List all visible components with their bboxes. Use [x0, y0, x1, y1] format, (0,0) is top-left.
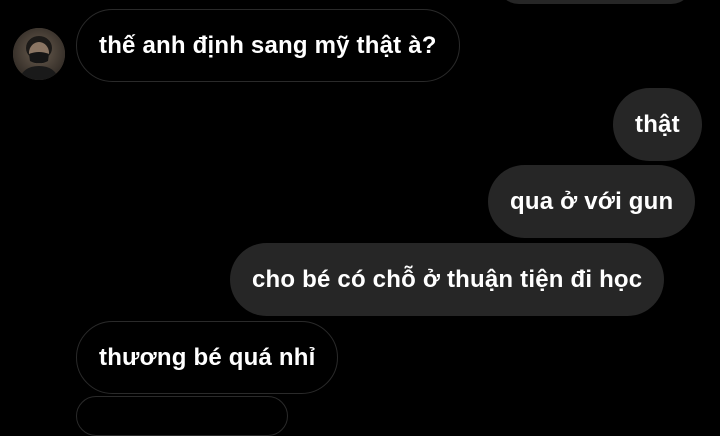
- message-text: thật: [635, 110, 680, 138]
- avatar-photo-icon: [13, 28, 65, 80]
- previous-message-bubble[interactable]: [497, 0, 693, 4]
- message-bubble-incoming[interactable]: thương bé quá nhỉ: [76, 321, 339, 394]
- message-text: thế anh định sang mỹ thật à?: [99, 31, 437, 59]
- message-bubble-outgoing[interactable]: thật: [613, 88, 702, 161]
- next-message-bubble[interactable]: [76, 396, 288, 436]
- contact-avatar[interactable]: [13, 28, 65, 80]
- message-text: thương bé quá nhỉ: [99, 343, 316, 371]
- message-bubble-outgoing[interactable]: cho bé có chỗ ở thuận tiện đi học: [230, 243, 665, 316]
- message-bubble-outgoing[interactable]: qua ở với gun: [488, 165, 696, 238]
- message-bubble-incoming[interactable]: thế anh định sang mỹ thật à?: [76, 9, 460, 82]
- message-text: cho bé có chỗ ở thuận tiện đi học: [252, 265, 643, 293]
- message-text: qua ở với gun: [510, 187, 674, 215]
